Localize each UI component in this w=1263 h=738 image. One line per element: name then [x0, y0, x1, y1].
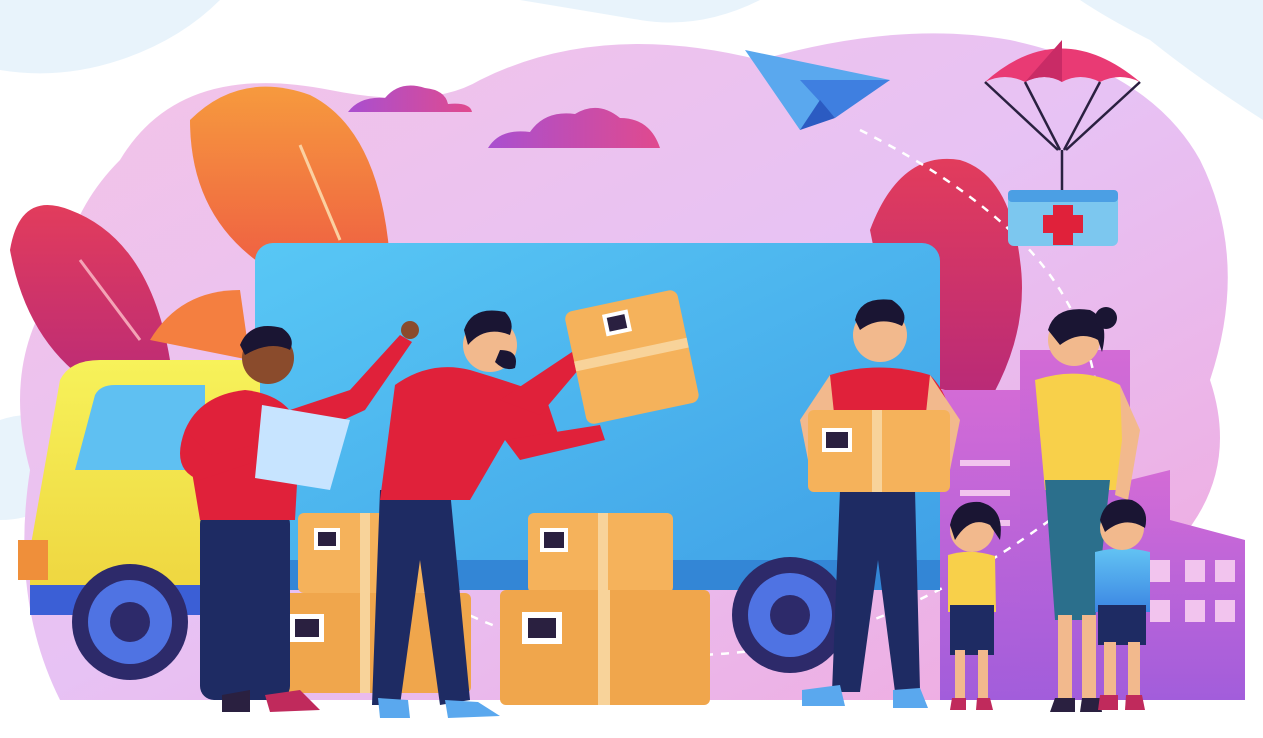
barcode-icon — [314, 528, 340, 550]
box-in-air — [565, 290, 699, 424]
barcode-icon — [540, 528, 568, 552]
barcode-icon — [822, 428, 852, 452]
truck-wheel-rear — [732, 557, 848, 673]
box — [500, 590, 710, 705]
truck-wheel-front — [72, 564, 188, 680]
medical-crate-icon — [1008, 190, 1118, 246]
barcode-icon — [522, 612, 562, 644]
barcode-icon — [290, 614, 324, 642]
aid-delivery-illustration — [0, 0, 1263, 718]
box — [528, 513, 673, 593]
